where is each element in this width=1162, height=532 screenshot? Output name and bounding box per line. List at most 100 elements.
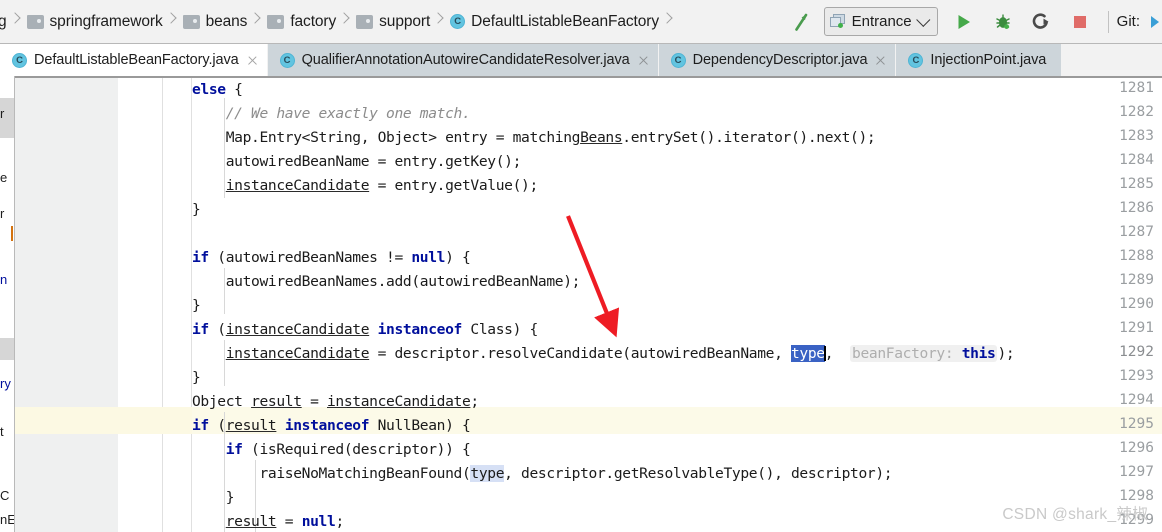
- breadcrumb-item-springframework[interactable]: springframework: [23, 0, 165, 43]
- java-class-icon: [279, 52, 295, 68]
- code-line: autowiredBeanName = entry.getKey();: [192, 153, 522, 170]
- bug-icon: [995, 14, 1010, 29]
- code-line: if (instanceCandidate instanceof Class) …: [192, 321, 538, 338]
- git-label: Git:: [1116, 13, 1140, 30]
- caret-marker: [11, 226, 13, 241]
- breadcrumb-item-0[interactable]: g: [0, 0, 9, 43]
- watermark: CSDN @shark_辣椒: [1002, 506, 1148, 523]
- play-icon: [958, 14, 970, 29]
- tab-label: InjectionPoint.java: [930, 52, 1047, 68]
- code-line: Object result = instanceCandidate;: [192, 393, 479, 410]
- hammer-icon: [794, 13, 807, 31]
- close-icon[interactable]: [637, 54, 650, 67]
- git-update-button[interactable]: [1148, 7, 1162, 37]
- inlay-hint[interactable]: beanFactory: this: [850, 345, 998, 362]
- code-line: result = null;: [225, 513, 344, 530]
- code-line: autowiredBeanNames.add(autowiredBeanName…: [192, 273, 581, 290]
- java-class-icon: [12, 52, 27, 68]
- breadcrumb-label: support: [379, 12, 431, 30]
- usage-highlight-token[interactable]: type: [470, 465, 505, 482]
- tab-label: DependencyDescriptor.java: [692, 52, 868, 68]
- gutter-separator: [162, 78, 163, 532]
- breadcrumb: g springframework beans factory support: [0, 0, 675, 43]
- code-line: if (autowiredBeanNames != null) {: [192, 249, 471, 266]
- breadcrumb-label: beans: [205, 12, 248, 30]
- folder-icon: [26, 14, 44, 29]
- breadcrumb-label: g: [0, 13, 7, 31]
- code-line: }: [192, 489, 235, 506]
- folder-icon: [267, 14, 285, 29]
- toolbar-divider: [1107, 10, 1109, 33]
- breadcrumb-label: factory: [290, 12, 337, 30]
- code-line: else {: [192, 81, 243, 98]
- run-configuration-icon: [829, 14, 846, 29]
- stop-button[interactable]: [1066, 7, 1094, 37]
- run-configuration-label: Entrance: [851, 13, 912, 30]
- java-class-icon: [450, 14, 466, 29]
- stop-square-icon: [1073, 15, 1086, 28]
- fold-gutter[interactable]: [118, 78, 192, 532]
- code-line: instanceCandidate = entry.getValue();: [225, 177, 539, 194]
- breadcrumb-item-beans[interactable]: beans: [179, 0, 250, 43]
- java-class-icon: [670, 52, 686, 68]
- breadcrumb-separator-icon: [249, 0, 263, 43]
- panel-fragment: nE: [0, 512, 14, 527]
- navigation-toolbar: g springframework beans factory support: [0, 0, 1162, 44]
- code-editor[interactable]: r e r n ry t C nE 1281 1282 1283 1284 12…: [0, 76, 1162, 532]
- breadcrumb-item-defaultlistablebeanfactory[interactable]: DefaultListableBeanFactory: [446, 0, 661, 43]
- panel-fragment: t: [0, 424, 4, 439]
- tab-label: DefaultListableBeanFactory.java: [34, 52, 239, 68]
- panel-fragment: r: [0, 206, 5, 221]
- code-line: if (result instanceof NullBean) {: [192, 417, 471, 434]
- breadcrumb-separator-icon: [338, 0, 352, 43]
- code-line: }: [192, 201, 201, 218]
- close-icon[interactable]: [874, 54, 887, 67]
- toolbar-actions: Entrance Git:: [784, 0, 1162, 43]
- chevron-down-icon: [915, 12, 931, 27]
- build-project-button[interactable]: [787, 7, 815, 37]
- breadcrumb-item-factory[interactable]: factory: [263, 0, 338, 43]
- tab-label: QualifierAnnotationAutowireCandidateReso…: [301, 52, 630, 68]
- code-line: raiseNoMatchingBeanFound(type, descripto…: [192, 465, 893, 482]
- selected-token[interactable]: type: [790, 345, 825, 362]
- breadcrumb-separator-icon: [165, 0, 179, 43]
- idea-window: g springframework beans factory support: [0, 0, 1162, 532]
- panel-shade: [0, 338, 14, 360]
- panel-fragment: C: [0, 488, 10, 503]
- code-text-area[interactable]: else { // We have exactly one match. Map…: [192, 78, 1162, 532]
- code-line: // We have exactly one match.: [225, 105, 471, 122]
- line-number-gutter: [15, 78, 118, 532]
- git-update-icon: [1151, 15, 1159, 28]
- code-line: }: [192, 369, 201, 386]
- breadcrumb-item-support[interactable]: support: [352, 0, 432, 43]
- text-caret: [823, 346, 826, 361]
- code-line: }: [192, 297, 201, 314]
- panel-fragment: n: [0, 272, 8, 287]
- editor-tab-bar: DefaultListableBeanFactory.java Qualifie…: [0, 44, 1162, 76]
- breadcrumb-separator-icon: [432, 0, 446, 43]
- panel-fragment: ry: [0, 376, 11, 391]
- coverage-icon: [1032, 12, 1049, 29]
- tab-dependencydescriptor[interactable]: DependencyDescriptor.java: [658, 44, 897, 76]
- java-class-icon: [908, 52, 924, 68]
- tab-injectionpoint[interactable]: InjectionPoint.java: [896, 44, 1063, 76]
- close-icon[interactable]: [246, 54, 259, 67]
- breadcrumb-label: springframework: [49, 12, 163, 30]
- structure-tool-panel-strip[interactable]: r e r n ry t C nE: [0, 76, 15, 532]
- run-configuration-selector[interactable]: Entrance: [823, 7, 938, 36]
- code-line: if (isRequired(descriptor)) {: [225, 441, 471, 458]
- folder-icon: [182, 14, 200, 29]
- panel-fragment: r: [0, 106, 5, 121]
- run-with-coverage-button[interactable]: [1027, 7, 1055, 37]
- code-line: Map.Entry<String, Object> entry = matchi…: [192, 129, 876, 146]
- breadcrumb-separator-icon: [9, 0, 23, 43]
- caret-row-highlight: [118, 407, 192, 434]
- breadcrumb-label: DefaultListableBeanFactory: [471, 12, 659, 30]
- tab-qualifierannotationautowirecandidateresolver[interactable]: QualifierAnnotationAutowireCandidateReso…: [267, 44, 659, 76]
- run-button[interactable]: [950, 7, 978, 37]
- breadcrumb-separator-icon: [661, 0, 675, 43]
- tab-defaultlistablebeanfactory[interactable]: DefaultListableBeanFactory.java: [0, 44, 268, 76]
- panel-fragment: e: [0, 170, 8, 185]
- debug-button[interactable]: [989, 7, 1017, 37]
